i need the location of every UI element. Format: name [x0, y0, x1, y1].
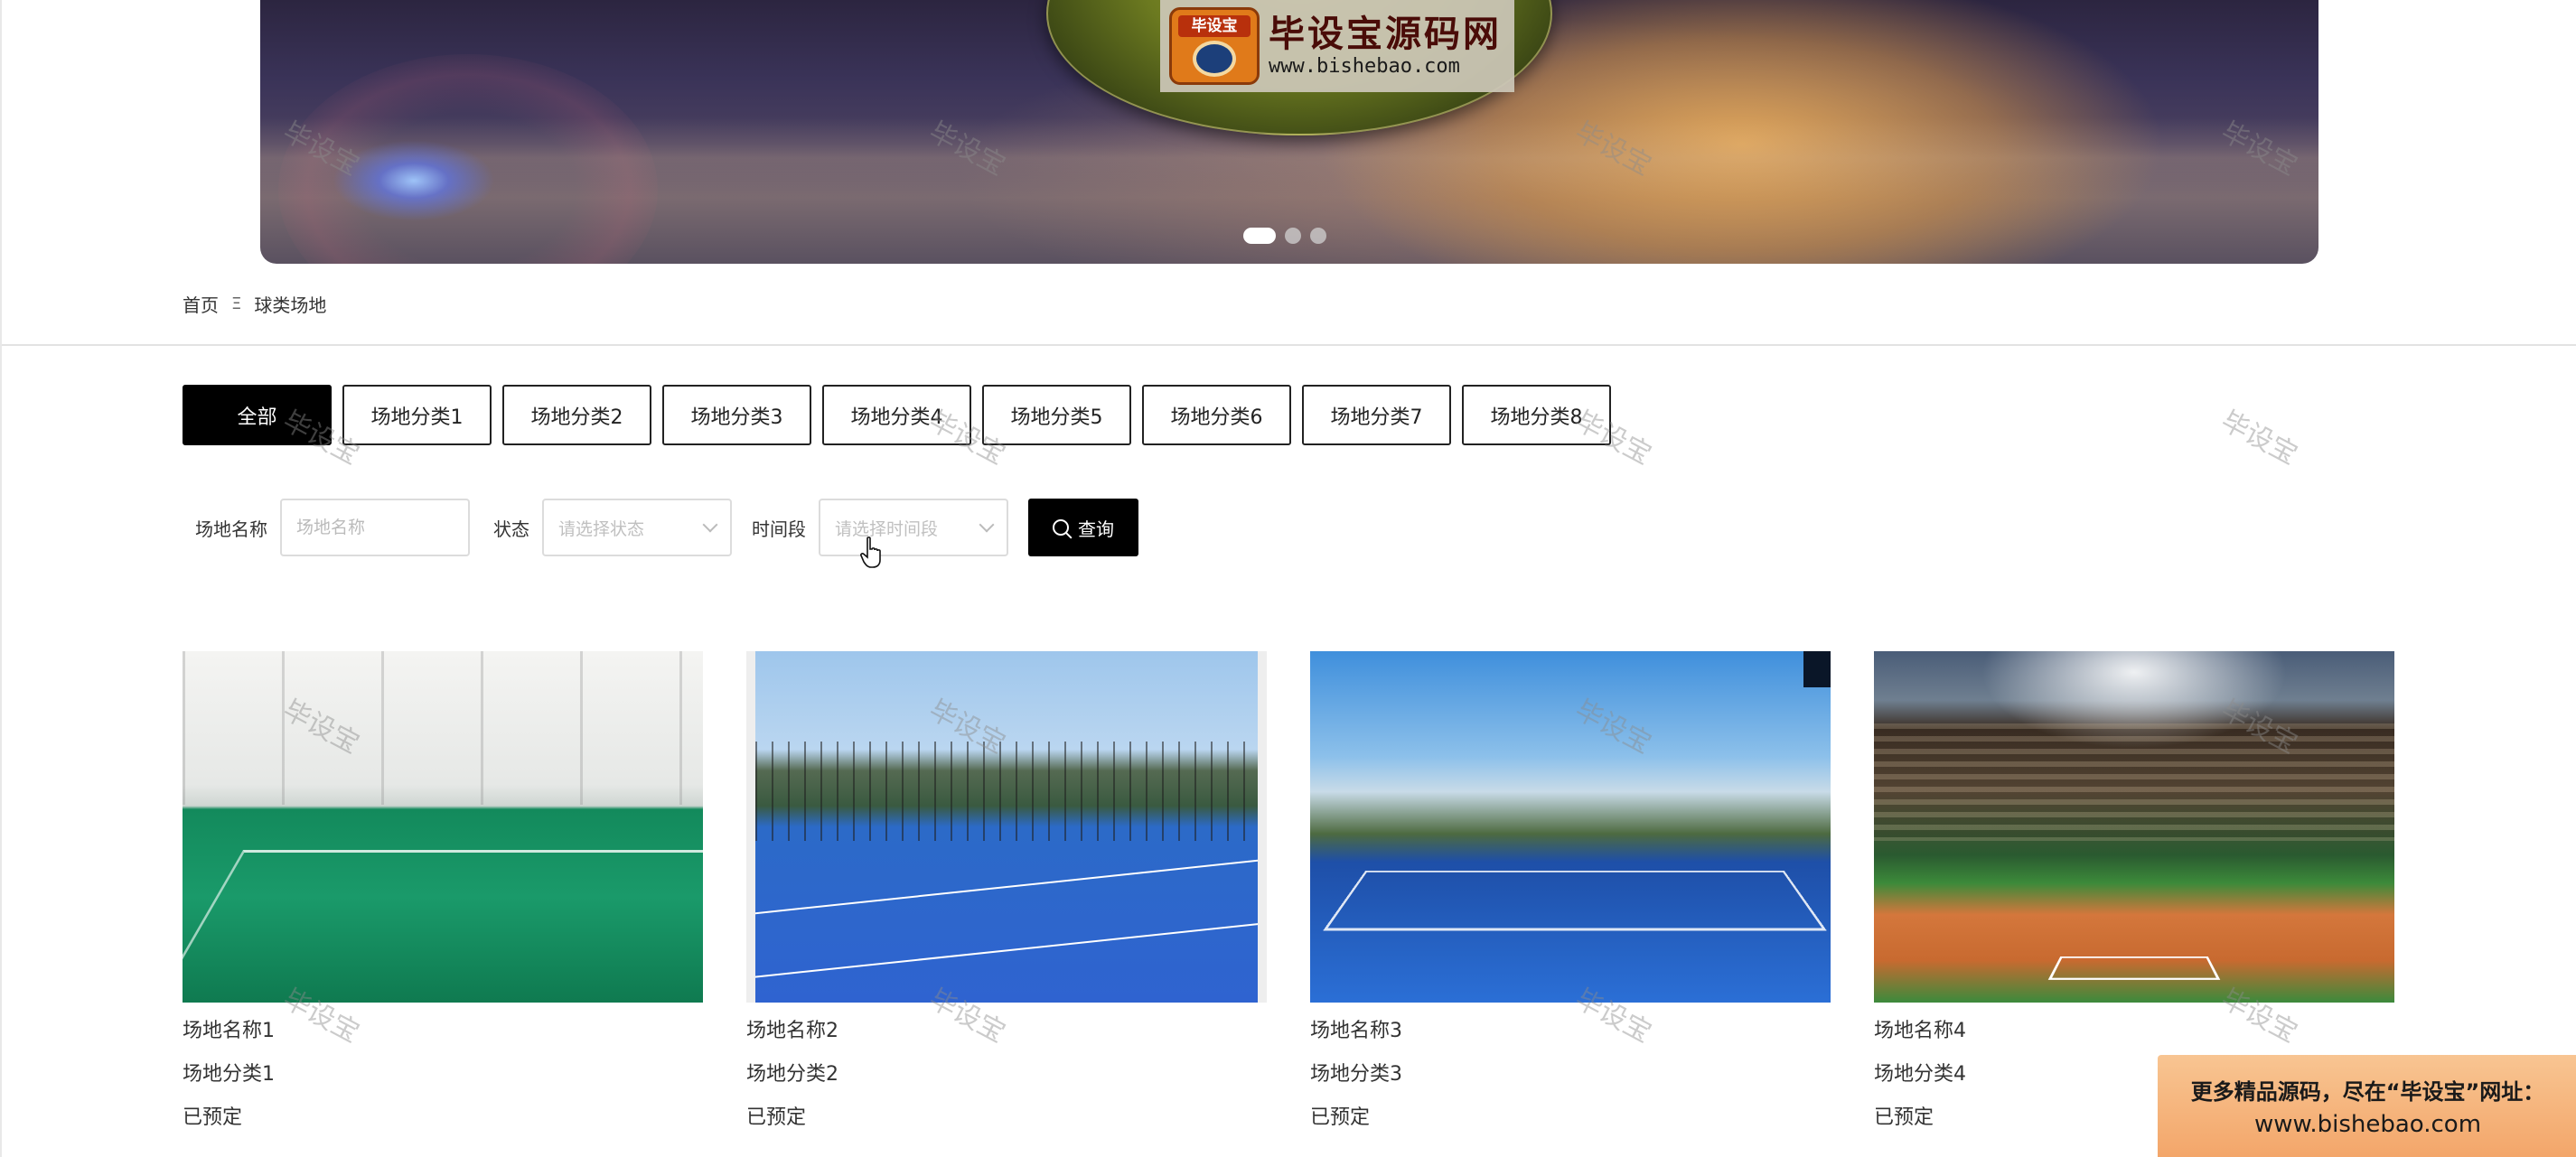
tab-category-2[interactable]: 场地分类2 [502, 385, 651, 445]
search-button-label: 查询 [1078, 518, 1114, 540]
chevron-down-icon [702, 517, 718, 533]
venue-card[interactable]: 场地名称1 场地分类1 已预定 [183, 651, 703, 1149]
venue-image-tennis-court[interactable] [746, 651, 1267, 1003]
hand-pointer-cursor-icon [860, 537, 881, 568]
search-filters: 场地名称 状态 请选择状态 时间段 请选择时间段 查询 [195, 499, 1138, 556]
breadcrumb-separator-icon: Ξ [231, 294, 242, 313]
search-button[interactable]: 查询 [1028, 499, 1138, 556]
venue-status: 已预定 [183, 1106, 243, 1129]
venue-image-outdoor-tennis[interactable] [1310, 651, 1831, 1003]
promo-text: 更多精品源码，尽在“毕设宝”网址： [2190, 1079, 2545, 1105]
status-select-placeholder: 请选择状态 [558, 518, 645, 539]
time-slot-select-placeholder: 请选择时间段 [835, 518, 939, 539]
status-select[interactable]: 请选择状态 [542, 499, 732, 556]
tab-category-3[interactable]: 场地分类3 [662, 385, 811, 445]
venue-category: 场地分类2 [746, 1063, 838, 1086]
venue-name[interactable]: 场地名称1 [183, 1019, 703, 1062]
logo-title: 毕设宝源码网 [1269, 14, 1502, 55]
tab-category-7[interactable]: 场地分类7 [1302, 385, 1451, 445]
logo-face-icon [1193, 41, 1236, 77]
breadcrumb: 首页 Ξ 球类场地 [183, 291, 326, 317]
venue-name[interactable]: 场地名称3 [1310, 1019, 1831, 1062]
breadcrumb-current: 球类场地 [254, 294, 327, 316]
venue-card[interactable]: 场地名称3 场地分类3 已预定 [1310, 651, 1831, 1149]
venue-card-list: 场地名称1 场地分类1 已预定 场地名称2 场地分类2 已预定 场地名称3 场地… [183, 651, 2394, 1149]
tab-category-1[interactable]: 场地分类1 [342, 385, 492, 445]
venue-status: 已预定 [746, 1106, 807, 1129]
tab-category-5[interactable]: 场地分类5 [982, 385, 1131, 445]
tab-category-6[interactable]: 场地分类6 [1142, 385, 1291, 445]
logo-text: 毕设宝源码网 www.bishebao.com [1269, 14, 1502, 79]
venue-category: 场地分类1 [183, 1063, 275, 1086]
venue-image-badminton[interactable] [183, 651, 703, 1003]
carousel-dot-1[interactable] [1243, 228, 1276, 244]
tab-category-8[interactable]: 场地分类8 [1462, 385, 1611, 445]
page: 毕设宝 毕设宝源码网 www.bishebao.com 首页 Ξ 球类场地 全部… [0, 0, 2576, 1157]
promo-banner[interactable]: 更多精品源码，尽在“毕设宝”网址： www.bishebao.com [2158, 1055, 2576, 1157]
venue-image-baseball-stadium[interactable] [1874, 651, 2394, 1003]
venue-card[interactable]: 场地名称2 场地分类2 已预定 [746, 651, 1267, 1149]
status-label: 状态 [493, 518, 529, 540]
carousel-dot-2[interactable] [1285, 228, 1301, 244]
search-icon [1053, 519, 1069, 536]
time-slot-select[interactable]: 请选择时间段 [819, 499, 1008, 556]
venue-name[interactable]: 场地名称2 [746, 1019, 1267, 1062]
logo-url: www.bishebao.com [1269, 55, 1460, 78]
banner-light-glow [333, 140, 495, 221]
site-logo-watermark: 毕设宝 毕设宝源码网 www.bishebao.com [1160, 0, 1514, 92]
chevron-down-icon [979, 517, 995, 533]
breadcrumb-home[interactable]: 首页 [183, 291, 219, 317]
logo-seal-text: 毕设宝 [1178, 15, 1251, 37]
header-divider [2, 344, 2576, 346]
tab-all[interactable]: 全部 [183, 385, 332, 445]
venue-name-input[interactable] [280, 499, 470, 556]
promo-url[interactable]: www.bishebao.com [2254, 1111, 2481, 1138]
banner-carousel[interactable]: 毕设宝 毕设宝源码网 www.bishebao.com [260, 0, 2318, 264]
category-tabs: 全部 场地分类1 场地分类2 场地分类3 场地分类4 场地分类5 场地分类6 场… [183, 385, 1611, 445]
carousel-indicators [1243, 228, 1326, 244]
tab-category-4[interactable]: 场地分类4 [822, 385, 971, 445]
venue-name-label: 场地名称 [195, 518, 267, 540]
time-slot-label: 时间段 [752, 518, 806, 540]
carousel-dot-3[interactable] [1310, 228, 1326, 244]
venue-category: 场地分类3 [1310, 1063, 1402, 1086]
logo-seal-icon: 毕设宝 [1169, 7, 1260, 85]
venue-status: 已预定 [1310, 1106, 1371, 1129]
watermark: 毕设宝 [2215, 405, 2303, 471]
